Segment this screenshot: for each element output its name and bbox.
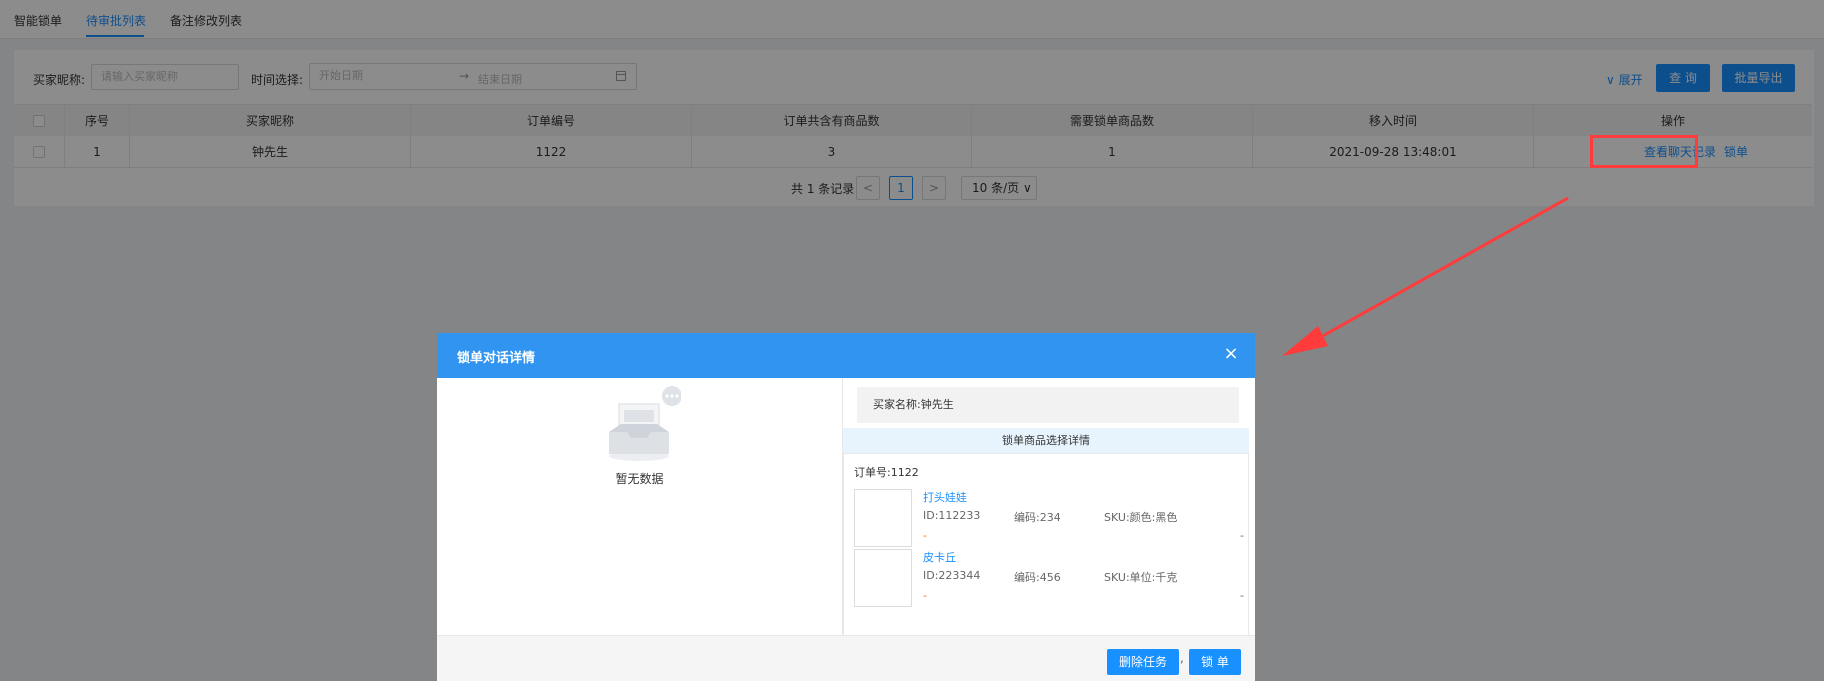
product-id: ID:112233 (923, 509, 980, 522)
modal-header: 锁单对话详情 × (437, 333, 1255, 378)
product-code: 编码:234 (1014, 509, 1061, 525)
lock-order-button[interactable]: 锁 单 (1189, 649, 1241, 675)
product-name-link[interactable]: 皮卡丘 (923, 549, 956, 565)
modal-title: 锁单对话详情 (457, 351, 536, 366)
order-number: 订单号:1122 (854, 464, 919, 480)
product-sku-value: 单位:千克 (1129, 571, 1178, 584)
detail-section-title: 锁单商品选择详情 (843, 428, 1249, 453)
modal-footer: 删除任务 , 锁 单 (437, 635, 1255, 681)
product-name-link[interactable]: 打头娃娃 (923, 489, 967, 505)
product-code-value: 234 (1039, 511, 1061, 524)
empty-inbox-icon (609, 386, 681, 461)
buyer-info-box: 买家名称:钟先生 (857, 387, 1239, 423)
product-code-value: 456 (1039, 571, 1061, 584)
product-id: ID:223344 (923, 569, 980, 582)
product-extra: - (1240, 529, 1244, 542)
product-price: - (923, 589, 927, 602)
chat-detail-modal: 锁单对话详情 × 暂无数据 买家名称:钟先生 锁单商品选择详情 订单号:1122 (437, 333, 1255, 681)
highlight-box (1590, 135, 1698, 168)
product-extra: - (1240, 589, 1244, 602)
order-number-value: 1122 (890, 466, 919, 479)
product-code-label: 编码: (1014, 571, 1040, 584)
product-sku-value: 颜色:黑色 (1129, 511, 1178, 524)
product-image (854, 489, 912, 547)
product-id-value: 112233 (938, 509, 981, 522)
product-code-label: 编码: (1014, 511, 1040, 524)
empty-text: 暂无数据 (615, 472, 664, 486)
button-separator: , (1180, 651, 1184, 665)
product-item: 皮卡丘 ID:223344 编码:456 SKU:单位:千克 - - (854, 549, 1244, 611)
buyer-name-value: 钟先生 (920, 398, 954, 411)
lock-detail-panel: 买家名称:钟先生 锁单商品选择详情 订单号:1122 打头娃娃 ID:11223… (843, 378, 1255, 668)
product-sku: SKU:单位:千克 (1104, 569, 1177, 585)
product-code: 编码:456 (1014, 569, 1061, 585)
buyer-name-label: 买家名称: (873, 398, 921, 411)
product-sku: SKU:颜色:黑色 (1104, 509, 1177, 525)
delete-task-button[interactable]: 删除任务 (1107, 649, 1179, 675)
product-sku-label: SKU: (1104, 511, 1130, 524)
product-item: 打头娃娃 ID:112233 编码:234 SKU:颜色:黑色 - - (854, 489, 1244, 551)
product-id-value: 223344 (938, 569, 981, 582)
product-image (854, 549, 912, 607)
order-number-label: 订单号: (854, 466, 891, 479)
product-price: - (923, 529, 927, 542)
chat-panel: 暂无数据 (437, 378, 843, 668)
product-id-label: ID: (923, 509, 939, 522)
close-icon[interactable]: × (1219, 342, 1243, 366)
product-id-label: ID: (923, 569, 939, 582)
product-sku-label: SKU: (1104, 571, 1130, 584)
